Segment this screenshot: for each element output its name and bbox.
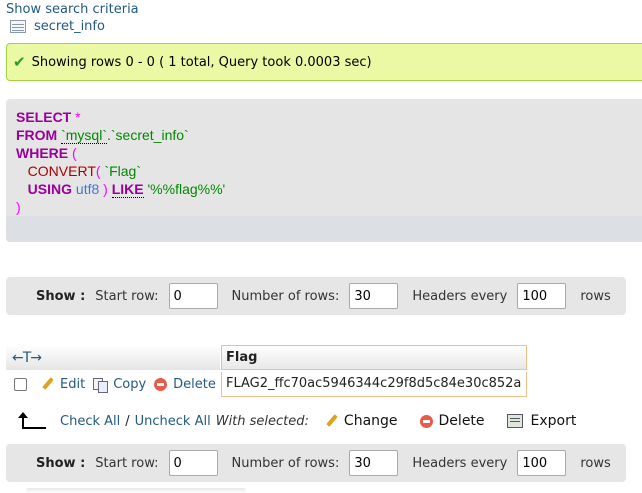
bulk-export-button[interactable]: Export — [506, 413, 577, 429]
number-of-rows-input[interactable] — [349, 283, 399, 309]
table-name-link[interactable]: secret_info — [34, 19, 105, 34]
show-label: Show : — [36, 288, 86, 304]
number-of-rows-input[interactable] — [349, 450, 399, 476]
delete-icon — [419, 414, 433, 428]
number-of-rows-label: Number of rows: — [231, 288, 340, 304]
sql-convert-paren: ( — [95, 163, 101, 179]
sql-keyword-like[interactable]: LIKE — [111, 181, 144, 198]
check-separator: / — [125, 413, 130, 429]
sql-close-paren: ) — [16, 199, 21, 215]
sql-toolbar — [6, 216, 642, 242]
pencil-icon — [325, 414, 339, 428]
edit-button[interactable]: Edit — [41, 377, 85, 392]
start-row-label: Start row: — [95, 288, 159, 304]
bulk-delete-button[interactable]: Delete — [419, 413, 485, 429]
sql-pattern: '%%flag%%' — [147, 181, 226, 197]
sql-table: `secret_info` — [110, 127, 189, 143]
headers-every-label: Headers every — [412, 455, 508, 471]
rows-suffix-label: rows — [580, 288, 611, 304]
sql-open-paren: ( — [72, 145, 77, 161]
show-search-criteria-link[interactable]: Show search criteria — [6, 2, 139, 17]
sql-keyword-where: WHERE — [16, 145, 69, 161]
show-label: Show : — [36, 455, 86, 471]
table-icon — [10, 20, 26, 33]
start-row-input[interactable] — [168, 283, 218, 309]
delete-label: Delete — [173, 376, 216, 392]
sql-database[interactable]: `mysql` — [61, 127, 107, 144]
sql-function-convert: CONVERT — [27, 163, 96, 179]
sql-keyword-using: USING — [27, 181, 73, 197]
delete-icon — [154, 377, 168, 391]
edit-label: Edit — [60, 376, 86, 392]
start-row-input[interactable] — [168, 450, 218, 476]
sql-keyword-select: SELECT — [16, 109, 72, 125]
arrow-ltr-icon — [18, 412, 48, 430]
pencil-icon — [41, 377, 55, 391]
column-resize-arrows[interactable]: ←T→ — [12, 350, 42, 366]
success-message: ✔ Showing rows 0 - 0 ( 1 total, Query to… — [6, 43, 642, 81]
copy-button[interactable]: Copy — [93, 376, 147, 393]
sql-star: * — [75, 109, 81, 125]
with-selected-label: With selected: — [215, 413, 309, 429]
sql-column: `Flag` — [104, 163, 141, 179]
copy-label: Copy — [113, 376, 147, 392]
checkmark-icon: ✔ — [13, 53, 26, 71]
success-text: Showing rows 0 - 0 ( 1 total, Query took… — [31, 54, 372, 70]
headers-every-input[interactable] — [517, 283, 567, 309]
headers-every-input[interactable] — [517, 450, 567, 476]
navigation-bar-top: Show : Start row: Number of rows: Header… — [6, 277, 626, 315]
rows-suffix-label: rows — [580, 455, 611, 471]
start-row-label: Start row: — [95, 455, 159, 471]
sql-keyword-from: FROM — [16, 127, 58, 143]
navigation-bar-bottom: Show : Start row: Number of rows: Header… — [6, 444, 626, 482]
sql-close-inner-paren: ) — [103, 181, 108, 197]
bulk-change-label: Change — [343, 413, 398, 429]
bulk-change-button[interactable]: Change — [325, 413, 398, 429]
copy-icon — [93, 377, 109, 393]
headers-every-label: Headers every — [412, 288, 508, 304]
bulk-export-label: Export — [530, 413, 577, 429]
export-icon — [506, 414, 523, 428]
delete-button[interactable]: Delete — [154, 377, 216, 392]
column-header-flag[interactable]: Flag — [221, 345, 527, 370]
number-of-rows-label: Number of rows: — [231, 455, 340, 471]
bulk-actions: Check All / Uncheck All With selected: C… — [18, 410, 598, 432]
footer-shadow — [26, 488, 246, 493]
sql-query-box: SELECT * FROM `mysql`.`secret_info` WHER… — [6, 99, 642, 242]
row-checkbox[interactable] — [14, 377, 27, 391]
check-all-link[interactable]: Check All — [60, 414, 120, 429]
uncheck-all-link[interactable]: Uncheck All — [135, 414, 211, 429]
bulk-delete-label: Delete — [438, 413, 485, 429]
table-cell-flag[interactable]: FLAG2_ffc70ac5946344c29f8d5c84e30c852a — [221, 372, 527, 397]
sql-charset: utf8 — [75, 181, 100, 197]
table-row-actions: Edit Copy Delete — [14, 374, 224, 394]
table-breadcrumb[interactable]: secret_info — [10, 19, 105, 34]
sql-code: SELECT * FROM `mysql`.`secret_info` WHER… — [16, 108, 225, 216]
